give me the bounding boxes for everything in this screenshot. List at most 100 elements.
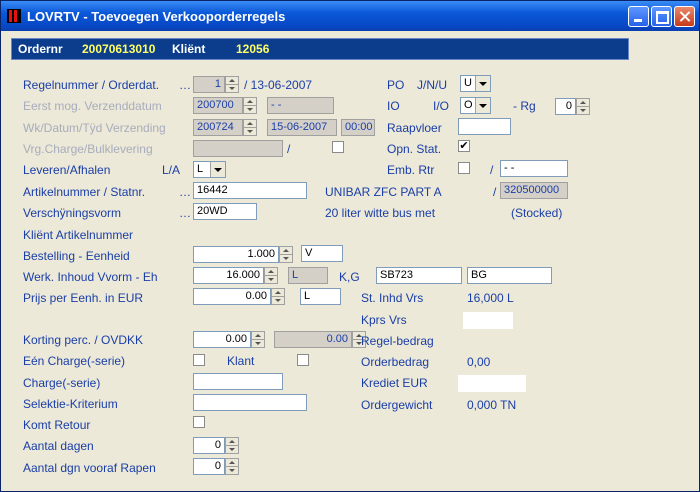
krediet-label: Krediet EUR xyxy=(361,376,428,390)
aantal-dagen-label: Aantal dagen xyxy=(23,439,94,453)
po-jnu-label: J/N/U xyxy=(417,78,447,92)
po-dropdown[interactable]: U xyxy=(460,75,491,92)
regelnummer-field[interactable]: 1 xyxy=(193,76,225,93)
rg-spinner[interactable] xyxy=(576,98,590,115)
werk-unit-field[interactable]: L xyxy=(288,267,328,284)
kg-code2-field[interactable]: BG xyxy=(467,267,552,284)
eerst-date-field[interactable]: - - xyxy=(267,97,334,114)
ordernr-label: Ordernr xyxy=(18,42,63,56)
klient-value: 12056 xyxy=(236,42,270,56)
kprs-value xyxy=(463,312,513,329)
regelnummer-spinner[interactable] xyxy=(225,76,239,93)
io-dropdown[interactable]: O xyxy=(460,97,491,114)
eerst-spinner[interactable] xyxy=(243,97,257,114)
vrg-checkbox[interactable] xyxy=(332,141,344,153)
po-label: PO xyxy=(387,78,405,92)
aantal-dgn-field[interactable]: 0 xyxy=(193,458,225,475)
io-io-label: I/O xyxy=(433,99,450,113)
chevron-down-icon[interactable] xyxy=(210,162,225,177)
emb-rtr-checkbox[interactable] xyxy=(458,162,470,174)
rg-label: - Rg xyxy=(513,99,536,113)
minimize-button[interactable] xyxy=(628,6,649,27)
ordergewicht-label: Ordergewicht xyxy=(361,398,433,412)
bestelling-spinner[interactable] xyxy=(279,246,293,263)
eerst-week-field[interactable]: 200700 xyxy=(193,97,243,114)
prijs-field[interactable]: 0.00 xyxy=(193,288,271,305)
st-inhd-value: 16,000 L xyxy=(467,291,514,305)
prijs-spinner[interactable] xyxy=(271,288,285,305)
order-header: Ordernr 20070613010 Kliënt 12056 xyxy=(11,38,629,60)
chevron-down-icon[interactable] xyxy=(475,98,490,113)
wk-time-field[interactable]: 00:00 xyxy=(341,119,375,136)
ovdkk-field[interactable]: 0.00 xyxy=(274,331,352,348)
io-label: IO xyxy=(387,99,400,113)
artikel-field[interactable]: 16442 xyxy=(193,182,307,199)
komt-retour-checkbox[interactable] xyxy=(193,416,205,428)
prijs-unit-field[interactable]: L xyxy=(300,288,341,305)
een-charge-checkbox[interactable] xyxy=(193,354,205,366)
bestelling-field[interactable]: 1.000 xyxy=(193,246,279,263)
stocked-label: (Stocked) xyxy=(511,206,563,220)
wk-date-field[interactable]: 15-06-2007 xyxy=(267,119,337,136)
opn-stat-checkbox[interactable]: ✔ xyxy=(458,140,470,152)
regel-bedrag-label: Regel-bedrag xyxy=(361,334,434,348)
kg-label: K,G xyxy=(339,270,360,284)
rg-field[interactable]: 0 xyxy=(555,98,576,115)
korting-field[interactable]: 0.00 xyxy=(193,331,251,348)
kg-code1-field[interactable]: SB723 xyxy=(376,267,462,284)
bestelling-unit-field[interactable]: V xyxy=(301,245,343,262)
orderdatum-text: / 13-06-2007 xyxy=(244,78,313,92)
komt-retour-label: Komt Retour xyxy=(23,418,91,432)
orderbedrag-value: 0,00 xyxy=(467,355,491,369)
close-button[interactable] xyxy=(674,6,695,27)
regelnummer-label: Regelnummer / Orderdat. xyxy=(23,78,160,92)
artikel-dots: … xyxy=(179,185,191,199)
chevron-down-icon[interactable] xyxy=(475,76,490,91)
werk-spinner[interactable] xyxy=(264,267,278,284)
charge-serie-field[interactable] xyxy=(193,373,283,390)
window-title: LOVRTV - Toevoegen Verkooporderregels xyxy=(27,9,286,24)
orderbedrag-label: Orderbedrag xyxy=(361,355,430,369)
aantal-dagen-field[interactable]: 0 xyxy=(193,437,225,454)
krediet-value xyxy=(458,375,526,392)
emb-field[interactable]: - - xyxy=(500,160,568,177)
vrg-field[interactable] xyxy=(193,140,283,157)
app-icon xyxy=(7,9,21,23)
statnr-slash: / xyxy=(493,185,497,199)
ordergewicht-value: 0,000 TN xyxy=(467,398,517,412)
verschijning-field[interactable]: 20WD xyxy=(193,203,257,220)
klant-checkbox[interactable] xyxy=(297,354,309,366)
aantal-dagen-spinner[interactable] xyxy=(225,437,239,454)
emb-rtr-label: Emb. Rtr xyxy=(387,163,435,177)
wk-spinner[interactable] xyxy=(243,119,257,136)
leveren-value: L xyxy=(197,163,204,175)
vrg-label: Vrg.Charge/Bulklevering xyxy=(23,142,153,156)
kprs-label: Kprs Vrs xyxy=(361,313,407,327)
prijs-label: Prijs per Eenh. in EUR xyxy=(23,291,144,305)
korting-spinner[interactable] xyxy=(251,331,265,348)
verschijning-label: Verschÿningsvorm xyxy=(23,206,122,220)
klient-label: Kliënt xyxy=(172,42,206,56)
po-value: U xyxy=(464,77,472,89)
leveren-code: L/A xyxy=(162,163,181,177)
selektie-field[interactable] xyxy=(193,394,307,411)
leveren-dropdown[interactable]: L xyxy=(193,161,226,178)
charge-serie-label: Charge(-serie) xyxy=(23,376,101,390)
st-inhd-label: St. Inhd Vrs xyxy=(361,291,424,305)
opn-stat-label: Opn. Stat. xyxy=(387,142,442,156)
statnr-field[interactable]: 320500000 xyxy=(500,182,568,199)
wk-label: Wk/Datum/Tÿd Verzending xyxy=(23,121,166,135)
werk-field[interactable]: 16.000 xyxy=(193,267,264,284)
raapvloer-field[interactable] xyxy=(458,118,511,135)
ordernr-value: 20070613010 xyxy=(82,42,156,56)
emb-slash: / xyxy=(490,163,494,177)
werk-label: Werk. Inhoud Vvorm - Eh xyxy=(23,270,158,284)
title-bar: LOVRTV - Toevoegen Verkooporderregels xyxy=(1,1,699,31)
maximize-button[interactable] xyxy=(651,6,672,27)
vrg-slash: / xyxy=(287,142,291,156)
bestelling-label: Bestelling - Eenheid xyxy=(23,249,130,263)
artikel-label: Artikelnummer / Statnr. xyxy=(23,185,146,199)
aantal-dgn-spinner[interactable] xyxy=(225,458,239,475)
wk-week-field[interactable]: 200724 xyxy=(193,119,243,136)
klient-artikel-label: Kliënt Artikelnummer xyxy=(23,228,134,242)
